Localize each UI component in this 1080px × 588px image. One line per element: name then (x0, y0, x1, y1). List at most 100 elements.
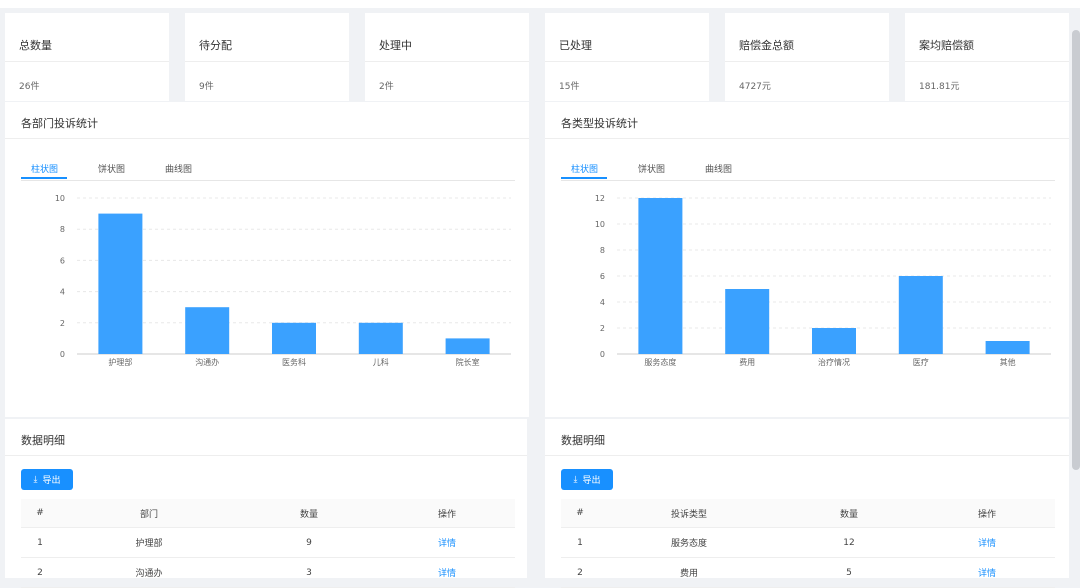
count: 12 (843, 537, 855, 548)
y-tick-label: 6 (600, 272, 605, 281)
export-button[interactable]: ⤓ 导出 (21, 469, 73, 490)
y-tick-label: 2 (60, 319, 65, 328)
column-header: 操作 (977, 509, 996, 520)
column-header: 投诉类型 (670, 509, 707, 520)
count: 3 (306, 567, 312, 578)
x-tick-label: 费用 (739, 357, 755, 367)
row-index: 1 (37, 537, 43, 548)
x-tick-label: 医务科 (282, 357, 306, 367)
details-link[interactable]: 详情 (379, 528, 515, 557)
y-tick-label: 12 (595, 194, 605, 203)
details-link[interactable]: 详情 (919, 558, 1055, 587)
count: 9 (306, 537, 312, 548)
column-header: 部门 (139, 509, 158, 520)
details-link[interactable]: 详情 (919, 528, 1055, 557)
bar (638, 198, 683, 354)
dept-detail-table: # 部门 数量 操作 1 护理部 9 详情 2 沟通办 3 详情 (21, 499, 515, 588)
complaint-type: 服务态度 (670, 539, 707, 549)
download-icon: ⤓ (33, 474, 38, 485)
x-tick-label: 医疗 (913, 357, 929, 367)
y-tick-label: 4 (60, 288, 65, 297)
x-tick-label: 儿科 (373, 357, 389, 367)
card-title: 数据明细 (21, 434, 65, 447)
dept-chart-card: 各部门投诉统计 柱状图 饼状图 曲线图 0 2 4 6 8 10 护理部 沟通办 医务科 儿科 院长… (5, 102, 529, 417)
x-tick-label: 服务态度 (644, 357, 676, 367)
column-header: 数量 (839, 509, 858, 520)
type-chart-card: 各类型投诉统计 柱状图 饼状图 曲线图 0 2 4 6 8 10 12 服务态度 费用 治疗情况 医… (545, 102, 1069, 417)
stat-title: 已处理 (559, 39, 592, 52)
bar (898, 276, 943, 354)
row-index: 1 (577, 537, 583, 548)
divider (365, 61, 529, 62)
divider (5, 455, 527, 456)
y-tick-label: 6 (60, 256, 65, 265)
type-detail-card: 数据明细 ⤓ 导出 # 投诉类型 数量 操作 1 服务态度 12 详情 2 费用… (545, 419, 1069, 588)
bar (358, 322, 403, 354)
divider (545, 61, 709, 62)
stat-title: 待分配 (199, 39, 232, 52)
active-tab-indicator (561, 177, 607, 179)
dept-detail-card: 数据明细 ⤓ 导出 # 部门 数量 操作 1 护理部 9 详情 2 沟通办 3 … (5, 419, 527, 588)
stat-card-compensation-average: 案均赔偿额 181.81元 (905, 13, 1069, 101)
bar (98, 213, 143, 354)
tab-line-chart[interactable]: 曲线图 (705, 162, 732, 175)
table-header: # 投诉类型 数量 操作 (561, 499, 1055, 528)
tab-line-chart[interactable]: 曲线图 (165, 162, 192, 175)
vertical-scrollbar[interactable] (1072, 30, 1080, 470)
stat-card-total: 总数量 26件 (5, 13, 169, 101)
active-tab-indicator (21, 177, 67, 179)
divider (545, 138, 1069, 139)
y-tick-label: 4 (600, 298, 605, 307)
tab-bar-chart[interactable]: 柱状图 (31, 162, 58, 175)
stat-value: 9件 (199, 82, 214, 92)
y-tick-label: 2 (600, 324, 605, 333)
top-bar (0, 0, 1080, 8)
type-detail-table: # 投诉类型 数量 操作 1 服务态度 12 详情 2 费用 5 详情 (561, 499, 1055, 588)
divider (185, 61, 349, 62)
stat-card-pending: 待分配 9件 (185, 13, 349, 101)
stat-value: 4727元 (739, 82, 771, 92)
chart-tabs: 柱状图 饼状图 曲线图 (561, 158, 1055, 181)
column-header: 数量 (299, 509, 318, 520)
chart-tabs: 柱状图 饼状图 曲线图 (21, 158, 515, 181)
table-row: 2 沟通办 3 详情 (21, 558, 515, 588)
divider (5, 138, 529, 139)
stat-title: 处理中 (379, 39, 412, 52)
bar (445, 338, 490, 354)
y-tick-label: 10 (55, 194, 65, 203)
x-tick-label: 院长室 (456, 357, 480, 367)
stat-title: 案均赔偿额 (919, 39, 974, 52)
stat-card-compensation-total: 赔偿金总额 4727元 (725, 13, 889, 101)
card-title: 各部门投诉统计 (21, 117, 98, 130)
complaint-type: 费用 (679, 569, 698, 579)
dept-bar-chart: 0 2 4 6 8 10 护理部 沟通办 医务科 儿科 院长室 (55, 194, 511, 367)
stat-card-processing: 处理中 2件 (365, 13, 529, 101)
stat-value: 2件 (379, 82, 394, 92)
y-tick-label: 10 (595, 220, 605, 229)
x-tick-label: 治疗情况 (818, 357, 850, 367)
tab-pie-chart[interactable]: 饼状图 (98, 162, 125, 175)
table-row: 2 费用 5 详情 (561, 558, 1055, 588)
details-link[interactable]: 详情 (379, 558, 515, 587)
stat-value: 15件 (559, 82, 580, 92)
card-title: 各类型投诉统计 (561, 117, 638, 130)
divider (725, 61, 889, 62)
export-label: 导出 (582, 476, 601, 486)
stat-value: 26件 (19, 82, 40, 92)
stat-title: 赔偿金总额 (739, 39, 794, 52)
export-button[interactable]: ⤓ 导出 (561, 469, 613, 490)
type-bar-chart: 0 2 4 6 8 10 12 服务态度 费用 治疗情况 医疗 其他 (595, 194, 1051, 367)
y-tick-label: 0 (600, 350, 605, 359)
table-header: # 部门 数量 操作 (21, 499, 515, 528)
divider (5, 61, 169, 62)
bar (185, 307, 230, 354)
tab-bar-chart[interactable]: 柱状图 (571, 162, 598, 175)
x-tick-label: 护理部 (108, 357, 132, 367)
download-icon: ⤓ (573, 474, 578, 485)
divider (905, 61, 1069, 62)
bar (272, 322, 316, 354)
y-tick-label: 8 (600, 246, 605, 255)
tab-pie-chart[interactable]: 饼状图 (638, 162, 665, 175)
x-tick-label: 沟通办 (195, 357, 219, 367)
table-row: 1 服务态度 12 详情 (561, 528, 1055, 558)
